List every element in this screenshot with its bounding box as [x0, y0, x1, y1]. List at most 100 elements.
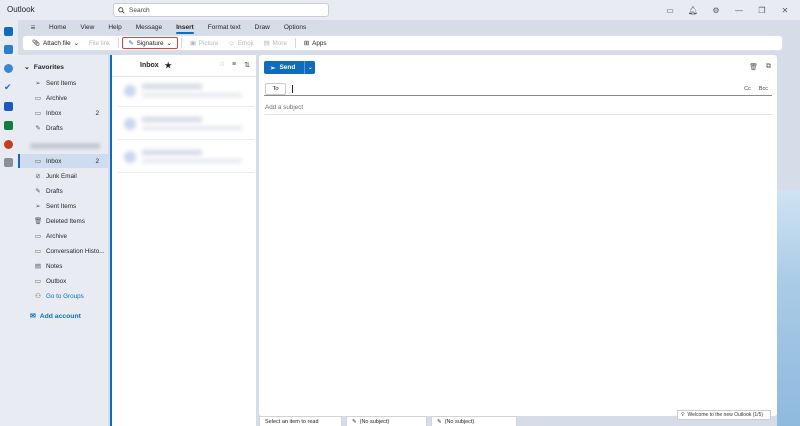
ribbon-toolbar: 📎︎ Attach file ⌄ File link ✎ Signature ⌄…: [22, 35, 783, 51]
folder-item-conversation-history[interactable]: ▭ Conversation Histo...: [18, 244, 108, 258]
tab-draw[interactable]: Draw: [248, 24, 277, 31]
send-button[interactable]: ➢ Send: [264, 61, 305, 74]
folder-label: Deleted Items: [46, 217, 85, 225]
attach-file-button[interactable]: 📎︎ Attach file ⌄: [27, 37, 84, 49]
minimize-icon[interactable]: —: [732, 3, 746, 17]
outbox-icon: ▭: [34, 278, 42, 285]
divider: [118, 38, 120, 48]
folder-item-notes[interactable]: ▤ Notes: [18, 259, 108, 273]
cc-button[interactable]: Cc: [744, 86, 751, 92]
excel-app-icon[interactable]: [4, 121, 13, 130]
inbox-icon: ▭: [34, 110, 42, 117]
app-rail: ✔: [0, 20, 18, 426]
emoji-icon: ☺: [228, 39, 235, 47]
account-header-redacted[interactable]: [30, 143, 100, 149]
folder-item-outbox[interactable]: ▭ Outbox: [18, 274, 108, 288]
list-item[interactable]: [118, 110, 254, 140]
welcome-toast[interactable]: 💡︎ Welcome to the new Outlook (1/5): [677, 410, 771, 420]
pop-out-icon[interactable]: ⧉: [766, 63, 771, 71]
gear-icon[interactable]: ⚙: [709, 3, 723, 17]
tab-options[interactable]: Options: [277, 24, 313, 31]
folder-item-deleted-items[interactable]: 🗑︎ Deleted Items: [18, 214, 108, 228]
picture-button[interactable]: ▣ Picture: [185, 37, 224, 49]
subject-field[interactable]: Add a subject: [265, 104, 303, 111]
menu-icon[interactable]: ≡: [24, 23, 42, 32]
chevron-down-icon: ⌄: [73, 39, 79, 47]
more-label: More: [272, 39, 287, 47]
tab-message[interactable]: Message: [129, 24, 169, 31]
folder-label: Junk Email: [46, 172, 77, 180]
signature-button[interactable]: ✎ Signature ⌄: [122, 37, 178, 49]
emoji-button[interactable]: ☺ Emoji: [223, 37, 258, 49]
star-icon[interactable]: ★: [165, 61, 172, 70]
trash-icon: 🗑︎: [34, 218, 43, 225]
archive-icon: ▭: [34, 233, 42, 240]
powerpoint-app-icon[interactable]: [4, 140, 13, 149]
list-item[interactable]: [118, 143, 254, 173]
tab-view[interactable]: View: [73, 24, 101, 31]
tab-insert[interactable]: Insert: [169, 24, 201, 34]
more-button[interactable]: ▤ More: [259, 37, 292, 49]
folder-label: Drafts: [46, 124, 63, 132]
avatar: [124, 85, 136, 97]
pencil-icon: ✎: [35, 188, 41, 195]
tab-draft-active[interactable]: ✎ (No subject): [431, 416, 517, 426]
tab-draft[interactable]: ✎ (No subject): [346, 416, 427, 426]
favorites-header[interactable]: ⌄ Favorites: [24, 63, 64, 72]
tab-format-text[interactable]: Format text: [201, 24, 248, 31]
to-field[interactable]: To Cc Bcc: [264, 83, 772, 96]
folder-item-inbox[interactable]: ▭ Inbox 2: [18, 106, 108, 120]
mail-app-icon[interactable]: [4, 27, 13, 36]
message-list-header: Inbox ★ ◌ ≡ ⇅: [112, 55, 256, 77]
compose-pane: ➢ Send ⌄ 🗑︎ ⧉ To Cc Bcc Add a subject: [259, 55, 777, 416]
folder-item-sent-items[interactable]: ➢ Sent Items: [18, 76, 108, 90]
close-icon[interactable]: ✕: [778, 3, 792, 17]
people-app-icon[interactable]: [4, 64, 13, 73]
chevron-down-icon: ⌄: [24, 64, 30, 71]
junk-icon: ⊘: [35, 173, 41, 180]
go-to-groups-link[interactable]: ⚇ Go to Groups: [18, 289, 108, 303]
add-account-button[interactable]: ✉ Add account: [30, 312, 81, 321]
bell-icon[interactable]: 🔔︎: [686, 3, 700, 17]
paperclip-icon: 📎︎: [32, 40, 40, 47]
send-options-button[interactable]: ⌄: [304, 61, 316, 74]
app-title: Outlook: [7, 5, 35, 14]
to-button[interactable]: To: [265, 83, 286, 95]
divider: [294, 38, 296, 48]
trash-icon[interactable]: 🗑︎: [749, 63, 758, 71]
todo-app-icon[interactable]: ✔: [4, 83, 13, 92]
send-icon: ➢: [35, 203, 41, 210]
pencil-icon: ✎: [352, 418, 357, 425]
folder-item-junk-email[interactable]: ⊘ Junk Email: [18, 169, 108, 183]
folder-label: Outbox: [46, 277, 67, 285]
title-bar: Outlook Search ▭ 🔔︎ ⚙ — ❐ ✕: [0, 0, 800, 20]
avatar: [124, 118, 136, 130]
folder-item-drafts[interactable]: ✎ Drafts: [18, 184, 108, 198]
folder-item-archive[interactable]: ▭ Archive: [18, 91, 108, 105]
archive-icon: ▭: [34, 95, 42, 102]
more-apps-icon[interactable]: [4, 158, 13, 167]
more-icon: ▤: [263, 39, 270, 47]
folder-item-drafts[interactable]: ✎ Drafts: [18, 121, 108, 135]
list-item[interactable]: [118, 77, 254, 107]
calendar-app-icon[interactable]: [4, 45, 13, 54]
tab-help[interactable]: Help: [101, 24, 128, 31]
search-box[interactable]: Search: [113, 3, 329, 17]
go-to-groups-label: Go to Groups: [46, 292, 84, 300]
bcc-button[interactable]: Bcc: [759, 86, 768, 92]
folder-item-inbox[interactable]: ▭ Inbox 2: [18, 154, 108, 168]
word-app-icon[interactable]: [4, 102, 13, 111]
my-day-icon[interactable]: ▭: [663, 3, 677, 17]
restore-icon[interactable]: ❐: [755, 3, 769, 17]
tab-home[interactable]: Home: [42, 24, 73, 31]
file-link-button[interactable]: File link: [84, 37, 115, 49]
folder-label: Notes: [46, 262, 63, 270]
folder-item-sent-items[interactable]: ➢ Sent Items: [18, 199, 108, 213]
tab-reading-pane[interactable]: Select an item to read: [259, 416, 342, 426]
sort-icon[interactable]: ⇅: [244, 61, 250, 69]
apps-button[interactable]: ⊞ Apps: [299, 37, 332, 49]
filter-icon[interactable]: ≡: [232, 61, 236, 69]
select-icon[interactable]: ◌: [220, 61, 224, 69]
folder-item-archive[interactable]: ▭ Archive: [18, 229, 108, 243]
send-label: Send: [279, 64, 296, 71]
